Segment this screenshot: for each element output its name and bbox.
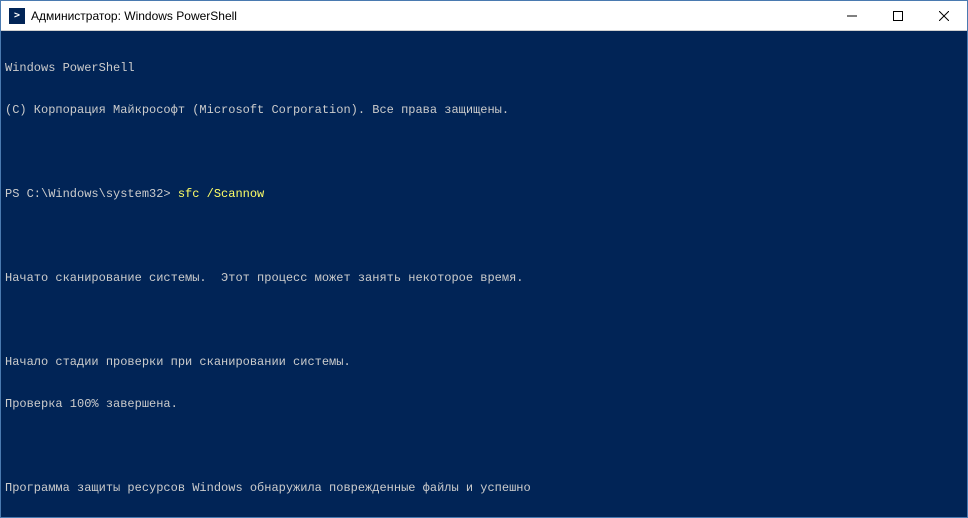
terminal-output: Программа защиты ресурсов Windows обнару…: [5, 481, 963, 495]
command-text: sfc /Scannow: [178, 187, 264, 201]
maximize-button[interactable]: [875, 1, 921, 30]
terminal-output: Windows PowerShell: [5, 61, 963, 75]
prompt: PS C:\Windows\system32>: [5, 187, 178, 201]
close-icon: [939, 11, 949, 21]
close-button[interactable]: [921, 1, 967, 30]
terminal-output: Начало стадии проверки при сканировании …: [5, 355, 963, 369]
powershell-window: Администратор: Windows PowerShell Window: [0, 0, 968, 518]
terminal-area[interactable]: Windows PowerShell (C) Корпорация Майкро…: [1, 31, 967, 517]
minimize-icon: [847, 11, 857, 21]
window-title: Администратор: Windows PowerShell: [31, 9, 829, 23]
terminal-output: [5, 229, 963, 243]
terminal-output: (C) Корпорация Майкрософт (Microsoft Cor…: [5, 103, 963, 117]
terminal-output: Начато сканирование системы. Этот процес…: [5, 271, 963, 285]
minimize-button[interactable]: [829, 1, 875, 30]
terminal-output: [5, 439, 963, 453]
window-controls: [829, 1, 967, 30]
terminal-output: Проверка 100% завершена.: [5, 397, 963, 411]
terminal-output: [5, 313, 963, 327]
powershell-icon: [9, 8, 25, 24]
titlebar[interactable]: Администратор: Windows PowerShell: [1, 1, 967, 31]
terminal-output: PS C:\Windows\system32> sfc /Scannow: [5, 187, 963, 201]
terminal-output: [5, 145, 963, 159]
maximize-icon: [893, 11, 903, 21]
